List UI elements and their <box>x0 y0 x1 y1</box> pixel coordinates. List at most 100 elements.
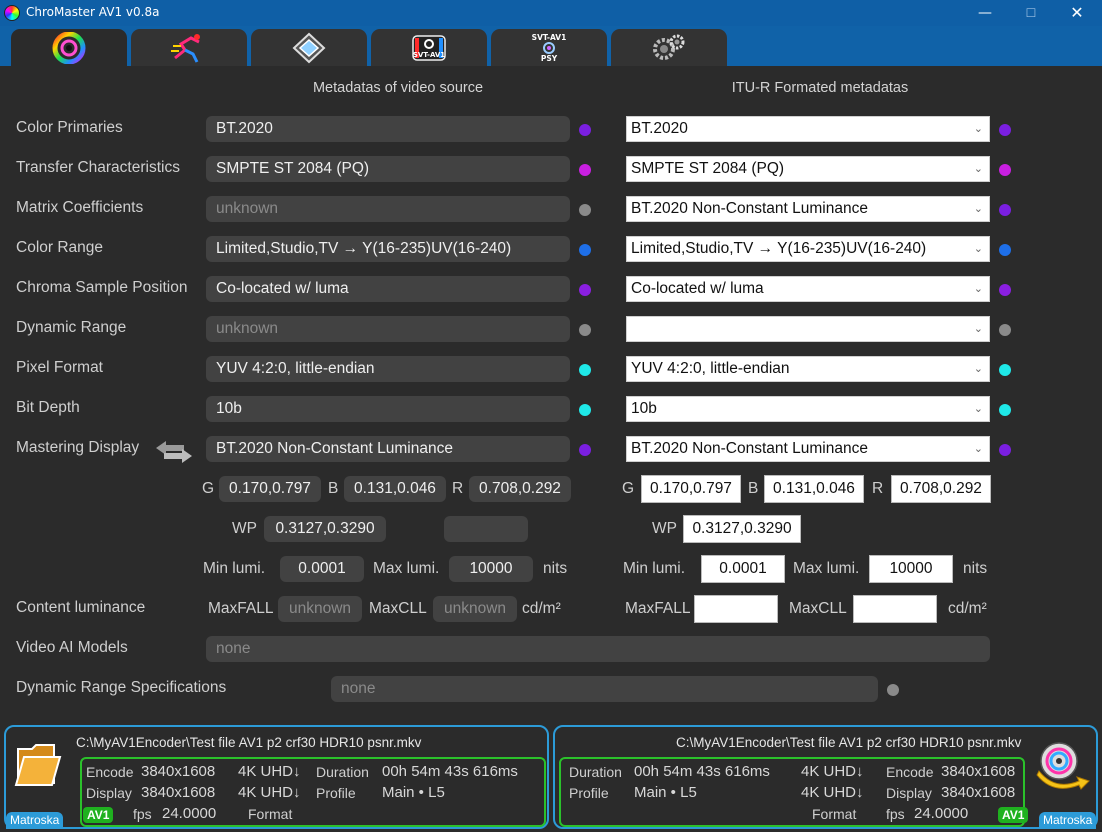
out-fps-label: fps <box>886 806 905 822</box>
itu-wp-label: WP <box>652 520 677 537</box>
source-value-field[interactable]: BT.2020 Non-Constant Luminance <box>206 436 570 462</box>
row-label: Chroma Sample Position <box>16 279 188 296</box>
itu-value-select[interactable]: ⌄ <box>626 316 990 342</box>
src-maxcll-field[interactable]: unknown <box>433 596 517 622</box>
source-value-field[interactable]: YUV 4:2:0, little-endian <box>206 356 570 382</box>
output-file-panel: C:\MyAV1Encoder\Test file AV1 p2 crf30 H… <box>553 725 1098 829</box>
itu-value-select[interactable]: BT.2020 Non-Constant Luminance ⌄ <box>626 196 990 222</box>
source-value-field[interactable]: BT.2020 <box>206 116 570 142</box>
out-display-label: Display <box>886 785 932 801</box>
src-fps-label: fps <box>133 806 152 822</box>
itu-g-field[interactable]: 0.170,0.797 <box>641 475 741 503</box>
src-r-label: R <box>452 480 464 497</box>
src-display-value: 3840x1608 <box>141 784 216 801</box>
itu-value-select[interactable]: YUV 4:2:0, little-endian ⌄ <box>626 356 990 382</box>
svg-text:PSY: PSY <box>541 54 558 63</box>
source-value-field[interactable]: Limited,Studio,TV → Y(16-235)UV(16-240) <box>206 236 570 262</box>
chevron-down-icon: ⌄ <box>973 123 983 135</box>
row-label: Transfer Characteristics <box>16 159 180 176</box>
itu-maxfall-label: MaxFALL <box>625 600 691 617</box>
src-r-field[interactable]: 0.708,0.292 <box>469 476 571 502</box>
tab-svt-av1-psy[interactable]: SVT-AV1 PSY <box>491 29 607 66</box>
itu-value-select[interactable]: Limited,Studio,TV → Y(16-235)UV(16-240) ⌄ <box>626 236 990 262</box>
itu-min-lumi-label: Min lumi. <box>623 560 686 577</box>
source-value-field[interactable]: unknown <box>206 196 570 222</box>
source-value-field[interactable]: unknown <box>206 316 570 342</box>
chevron-down-icon: ⌄ <box>973 283 983 295</box>
itu-status-indicator <box>999 204 1011 216</box>
window-title: ChroMaster AV1 v0.8a <box>26 5 160 19</box>
minimize-button[interactable]: — <box>962 0 1008 26</box>
itu-max-lumi-label: Max lumi. <box>793 560 860 577</box>
out-duration-label: Duration <box>569 764 622 780</box>
itu-select-value: YUV 4:2:0, little-endian <box>631 360 790 377</box>
itu-maxcll-field[interactable] <box>853 595 937 623</box>
source-value-field[interactable]: 10b <box>206 396 570 422</box>
chevron-down-icon: ⌄ <box>973 403 983 415</box>
itu-value-select[interactable]: 10b ⌄ <box>626 396 990 422</box>
source-value-field[interactable]: SMPTE ST 2084 (PQ) <box>206 156 570 182</box>
src-cdm2-label: cd/m² <box>522 600 561 617</box>
tab-diamond[interactable] <box>251 29 367 66</box>
dynamic-range-spec-field[interactable]: none <box>331 676 878 702</box>
disc-output-icon[interactable] <box>1035 737 1091 793</box>
chevron-down-icon: ⌄ <box>973 163 983 175</box>
source-file-path: C:\MyAV1Encoder\Test file AV1 p2 crf30 H… <box>76 735 422 750</box>
swap-arrows-icon[interactable] <box>154 439 194 465</box>
itu-wp-field[interactable]: 0.3127,0.3290 <box>683 515 801 543</box>
source-header: Metadatas of video source <box>312 80 484 96</box>
tab-settings[interactable] <box>611 29 727 66</box>
chevron-down-icon: ⌄ <box>973 203 983 215</box>
dynamic-range-spec-label: Dynamic Range Specifications <box>16 679 227 696</box>
itu-status-indicator <box>999 164 1011 176</box>
itu-select-value: 10b <box>631 400 657 417</box>
src-b-field[interactable]: 0.131,0.046 <box>344 476 446 502</box>
src-maxfall-field[interactable]: unknown <box>278 596 362 622</box>
itu-r-field[interactable]: 0.708,0.292 <box>891 475 991 503</box>
source-status-indicator <box>579 364 591 376</box>
source-value-field[interactable]: Co-located w/ luma <box>206 276 570 302</box>
src-codec-badge: AV1 <box>83 807 114 823</box>
src-profile-label: Profile <box>316 785 356 801</box>
src-min-lumi-field[interactable]: 0.0001 <box>280 556 364 582</box>
source-status-indicator <box>579 284 591 296</box>
itu-select-value: BT.2020 Non-Constant Luminance <box>631 440 868 457</box>
video-ai-field[interactable]: none <box>206 636 990 662</box>
itu-b-field[interactable]: 0.131,0.046 <box>764 475 864 503</box>
itu-min-lumi-field[interactable]: 0.0001 <box>701 555 785 583</box>
itu-status-indicator <box>999 324 1011 336</box>
src-nits-label: nits <box>543 560 568 577</box>
itu-value-select[interactable]: BT.2020 ⌄ <box>626 116 990 142</box>
src-wp-extra-field[interactable] <box>444 516 528 542</box>
tab-color-metadata[interactable] <box>11 29 127 66</box>
maximize-button[interactable]: ☐ <box>1008 0 1054 26</box>
itu-status-indicator <box>999 244 1011 256</box>
row-label: Color Range <box>16 239 104 256</box>
tab-svt-av1[interactable]: SVT-AV1 <box>371 29 487 66</box>
out-duration-value: 00h 54m 43s 616ms <box>634 763 770 780</box>
src-max-lumi-field[interactable]: 10000 <box>449 556 533 582</box>
itu-maxfall-field[interactable] <box>694 595 778 623</box>
itu-max-lumi-field[interactable]: 10000 <box>869 555 953 583</box>
source-status-indicator <box>579 404 591 416</box>
video-ai-label: Video AI Models <box>16 639 128 656</box>
itu-value-select[interactable]: Co-located w/ luma ⌄ <box>626 276 990 302</box>
src-g-label: G <box>202 480 215 497</box>
src-encode-value: 3840x1608 <box>141 763 216 780</box>
runner-icon <box>171 34 200 63</box>
chevron-down-icon: ⌄ <box>973 243 983 255</box>
tab-encoder[interactable] <box>131 29 247 66</box>
src-g-field[interactable]: 0.170,0.797 <box>219 476 321 502</box>
chevron-down-icon: ⌄ <box>973 363 983 375</box>
close-button[interactable]: ✕ <box>1054 0 1100 26</box>
row-label: Dynamic Range <box>16 319 127 336</box>
src-wp-field[interactable]: 0.3127,0.3290 <box>264 516 386 542</box>
folder-icon[interactable] <box>14 739 62 791</box>
itu-value-select[interactable]: SMPTE ST 2084 (PQ) ⌄ <box>626 156 990 182</box>
itu-select-value: Limited,Studio,TV → Y(16-235)UV(16-240) <box>631 240 927 257</box>
out-format-label: Format <box>812 806 857 822</box>
src-duration-label: Duration <box>316 764 369 780</box>
out-profile-class: 4K UHD↓ <box>801 784 864 801</box>
itu-maxcll-label: MaxCLL <box>789 600 847 617</box>
itu-value-select[interactable]: BT.2020 Non-Constant Luminance ⌄ <box>626 436 990 462</box>
